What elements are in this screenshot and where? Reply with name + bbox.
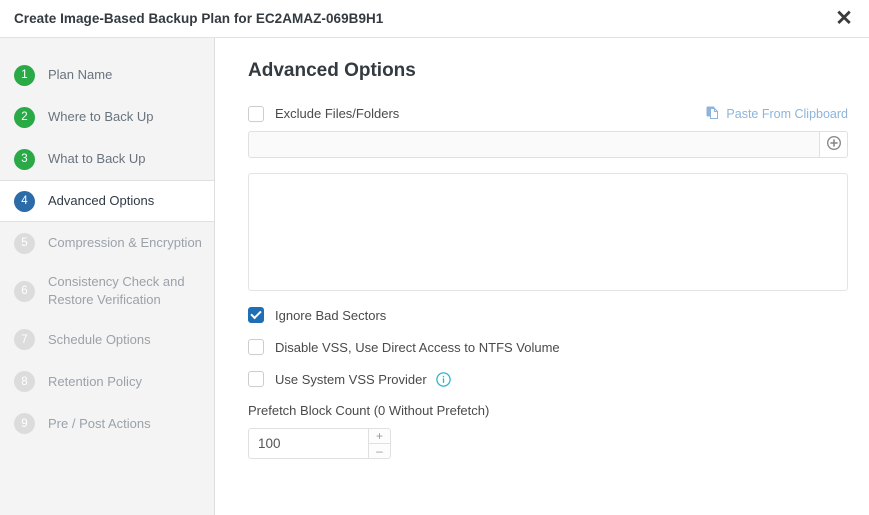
sidebar-item-label: What to Back Up [48, 150, 146, 166]
step-number-badge: 1 [14, 64, 35, 86]
paste-from-clipboard-label: Paste From Clipboard [726, 106, 848, 121]
exclude-files-checkbox[interactable]: Exclude Files/Folders [248, 105, 400, 122]
sidebar-item-pre-post-actions[interactable]: 9 Pre / Post Actions [0, 403, 214, 445]
checkbox-box [248, 371, 264, 387]
exclude-input-row [248, 131, 859, 158]
checkbox-box [248, 339, 264, 355]
step-number-badge: 4 [14, 190, 35, 212]
checkbox-box [248, 105, 264, 122]
sidebar-item-what-to-back-up[interactable]: 3 What to Back Up [0, 138, 214, 180]
main-panel: Advanced Options Exclude Files/Folders P [215, 38, 869, 515]
step-number-badge: 8 [14, 371, 35, 393]
option-row: Use System VSS Provider [248, 371, 859, 387]
exclude-files-row: Exclude Files/Folders Paste From Clipboa… [248, 105, 859, 122]
prefetch-block-count-input[interactable] [248, 428, 369, 459]
add-exclude-button[interactable] [820, 131, 848, 158]
close-icon[interactable]: ✕ [831, 6, 857, 32]
sidebar-item-label: Plan Name [48, 66, 113, 82]
option-label: Ignore Bad Sectors [275, 307, 387, 323]
exclude-list-textarea[interactable] [248, 173, 848, 291]
sidebar-item-consistency-check-and-restore-verification[interactable]: 6 Consistency Check and Restore Verificat… [0, 264, 214, 319]
sidebar-item-label: Pre / Post Actions [48, 415, 151, 431]
prefetch-decrement-button[interactable]: – [369, 444, 391, 459]
exclude-textarea-wrap [248, 173, 859, 291]
circle-plus-icon [826, 135, 841, 153]
wizard-sidebar: 1 Plan Name 2 Where to Back Up 3 What to Back… [0, 38, 215, 515]
dialog-titlebar: Create Image-Based Backup Plan for EC2AM… [0, 0, 869, 38]
dialog-title: Create Image-Based Backup Plan for EC2AM… [14, 11, 384, 26]
prefetch-block-count-label: Prefetch Block Count (0 Without Prefetch… [248, 403, 490, 418]
sidebar-item-label: Compression & Encryption [48, 234, 202, 250]
step-number-badge: 3 [14, 148, 35, 170]
step-number-badge: 6 [14, 280, 35, 302]
sidebar-item-label: Retention Policy [48, 373, 142, 389]
step-number-badge: 5 [14, 232, 35, 254]
step-number-badge: 2 [14, 106, 35, 128]
sidebar-item-compression-encryption[interactable]: 5 Compression & Encryption [0, 222, 214, 264]
step-number-badge: 7 [14, 329, 35, 351]
option-label: Use System VSS Provider [275, 371, 427, 387]
step-number-badge: 9 [14, 413, 35, 435]
prefetch-block-count-stepper: + – [248, 428, 391, 459]
sidebar-item-label: Where to Back Up [48, 108, 154, 124]
option-checkbox-use-system-vss-provider[interactable]: Use System VSS Provider [248, 371, 427, 387]
option-label: Disable VSS, Use Direct Access to NTFS V… [275, 339, 560, 355]
advanced-options-list: Ignore Bad Sectors Disable VSS, Use Direc… [248, 307, 859, 387]
checkbox-box [248, 307, 264, 323]
exclude-files-label: Exclude Files/Folders [275, 106, 400, 121]
sidebar-item-label: Schedule Options [48, 331, 151, 347]
option-row: Disable VSS, Use Direct Access to NTFS V… [248, 339, 859, 355]
sidebar-item-schedule-options[interactable]: 7 Schedule Options [0, 319, 214, 361]
sidebar-item-label: Consistency Check and Restore Verificati… [48, 274, 185, 308]
info-circle-icon[interactable] [435, 371, 451, 387]
stepper-buttons: + – [369, 428, 391, 459]
sidebar-item-plan-name[interactable]: 1 Plan Name [0, 54, 214, 96]
exclude-path-input[interactable] [248, 131, 820, 158]
option-row: Ignore Bad Sectors [248, 307, 859, 323]
sidebar-item-advanced-options[interactable]: 4 Advanced Options [0, 180, 214, 222]
paste-from-clipboard-link[interactable]: Paste From Clipboard [706, 105, 848, 122]
sidebar-item-label: Advanced Options [48, 192, 155, 208]
create-backup-plan-dialog: Create Image-Based Backup Plan for EC2AM… [0, 0, 869, 515]
prefetch-increment-button[interactable]: + [369, 428, 391, 444]
option-checkbox-ignore-bad-sectors[interactable]: Ignore Bad Sectors [248, 307, 386, 323]
option-checkbox-disable-vss-use-direct-access-to-ntfs-volume[interactable]: Disable VSS, Use Direct Access to NTFS V… [248, 339, 560, 355]
dialog-body: 1 Plan Name 2 Where to Back Up 3 What to Back… [0, 38, 869, 515]
sidebar-item-retention-policy[interactable]: 8 Retention Policy [0, 361, 214, 403]
page-title: Advanced Options [248, 60, 416, 81]
sidebar-item-where-to-back-up[interactable]: 2 Where to Back Up [0, 96, 214, 138]
paste-from-clipboard-icon [706, 105, 720, 122]
